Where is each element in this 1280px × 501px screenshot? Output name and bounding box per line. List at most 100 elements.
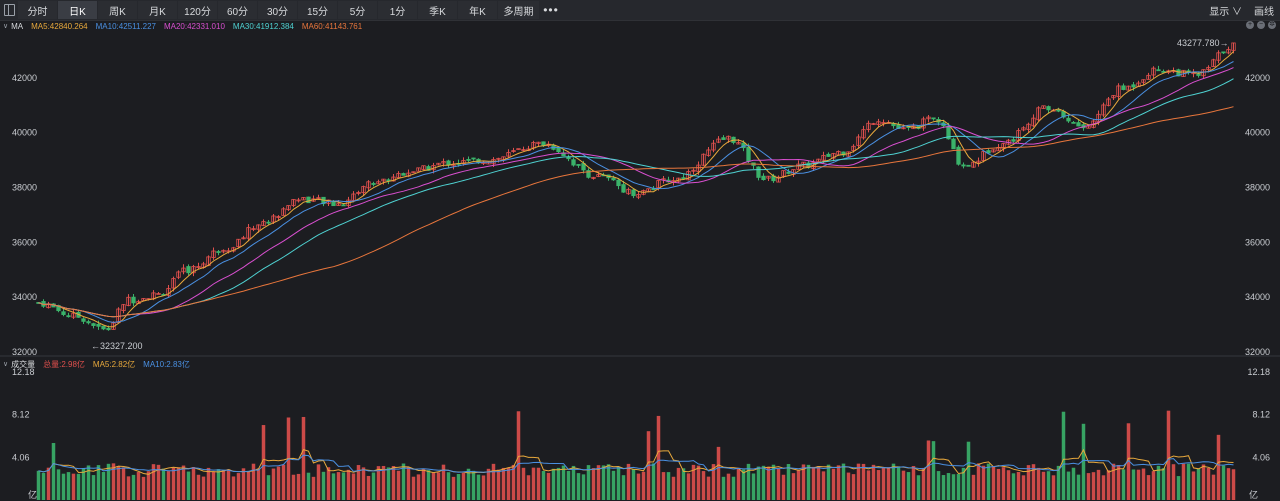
candle-body	[1121, 85, 1126, 90]
candle-body	[761, 175, 766, 181]
price-tick-right: 38000	[1245, 183, 1270, 193]
volume-bar	[1131, 469, 1136, 500]
volume-bar	[1226, 468, 1231, 500]
price-tick-right: 36000	[1245, 237, 1270, 247]
volume-bar	[271, 468, 276, 500]
volume-bar	[556, 467, 561, 500]
volume-bar	[901, 470, 906, 500]
volume-bar	[1066, 471, 1071, 500]
candle-body	[1071, 121, 1076, 124]
volume-bar	[731, 476, 736, 500]
candle-body	[576, 164, 581, 166]
price-tick-right: 32000	[1245, 347, 1270, 357]
volume-bar	[526, 475, 531, 500]
volume-bar	[636, 473, 641, 500]
volume-bar	[476, 474, 481, 500]
volume-bar	[406, 467, 411, 500]
volume-bar	[51, 443, 56, 500]
volume-bar	[1201, 464, 1206, 500]
volume-total: 总量:2.98亿	[43, 359, 85, 369]
volume-bar	[466, 468, 471, 500]
volume-bar	[191, 467, 196, 500]
candle-body	[341, 204, 346, 207]
volume-bar	[941, 475, 946, 500]
volume-bar	[876, 470, 881, 500]
kline-chart[interactable]: 42000 40000 38000 36000 34000 32000 42000 4000…	[0, 0, 1280, 501]
volume-bar	[491, 463, 496, 500]
price-tick-right: 42000	[1245, 73, 1270, 83]
volume-bar	[951, 474, 956, 500]
low-price-annotation: ←32327.200	[91, 341, 143, 351]
candle-body	[571, 159, 576, 166]
volume-bar	[1111, 463, 1116, 500]
volume-bar	[626, 463, 631, 500]
volume-bar	[956, 474, 961, 500]
volume-bar	[391, 466, 396, 500]
volume-bar	[676, 467, 681, 500]
volume-bar	[131, 474, 136, 500]
volume-bar	[1046, 471, 1051, 500]
volume-bar	[546, 472, 551, 500]
volume-bar	[851, 474, 856, 500]
volume-bar	[381, 465, 386, 500]
volume-bar	[171, 467, 176, 500]
volume-bar	[1121, 469, 1126, 500]
volume-bar	[91, 475, 96, 500]
volume-axis-right: 12.18 8.12 4.06 亿	[1247, 367, 1270, 500]
candle-body	[186, 266, 191, 274]
candles-layer	[36, 42, 1236, 331]
volume-bar	[301, 416, 306, 500]
volume-bar	[671, 476, 676, 500]
volume-bar	[1101, 475, 1106, 500]
volume-bar	[681, 468, 686, 500]
volume-bar	[1041, 471, 1046, 500]
volume-bar	[1186, 463, 1191, 500]
volume-bar	[206, 467, 211, 500]
volume-bar	[61, 473, 66, 500]
volume-bar	[306, 472, 311, 500]
volume-bar	[461, 472, 466, 500]
volume-bar	[361, 467, 366, 500]
volume-bar	[66, 472, 71, 500]
volume-bar	[176, 467, 181, 500]
volume-bar	[1156, 465, 1161, 500]
volume-tick-right: 8.12	[1252, 410, 1270, 420]
volume-bar	[1106, 470, 1111, 500]
volume-bar	[426, 470, 431, 500]
volume-bar	[481, 475, 486, 500]
volume-bar	[561, 465, 566, 500]
candle-body	[96, 324, 101, 327]
volume-bar	[121, 467, 126, 500]
candle-body	[721, 137, 726, 140]
volume-bar	[566, 471, 571, 500]
candle-body	[101, 325, 106, 330]
volume-bar	[971, 474, 976, 500]
volume-bar	[316, 464, 321, 500]
volume-bar	[1221, 465, 1226, 500]
volume-bar	[1001, 467, 1006, 500]
volume-bar	[196, 474, 201, 500]
volume-bar	[1026, 465, 1031, 500]
chevron-down-icon[interactable]: ∨	[3, 360, 8, 368]
volume-bar	[1086, 473, 1091, 500]
volume-bar	[931, 441, 936, 500]
candle-body	[86, 321, 91, 324]
candle-body	[961, 164, 966, 167]
ma5-line	[38, 51, 1234, 328]
volume-bar	[716, 446, 721, 500]
volume-bar	[341, 472, 346, 500]
candle-body	[1196, 73, 1201, 76]
volume-bar	[786, 464, 791, 500]
price-axis-left: 42000 40000 38000 36000 34000 32000	[12, 73, 37, 357]
volume-bar	[981, 465, 986, 500]
volume-bar	[991, 466, 996, 500]
volume-indicator-name[interactable]: 成交量	[11, 359, 35, 370]
volume-bar	[846, 472, 851, 500]
volume-bar	[1096, 469, 1101, 500]
volume-bar	[496, 469, 501, 500]
candle-body	[91, 323, 96, 326]
volume-bar	[1231, 469, 1236, 500]
volume-bar	[1006, 470, 1011, 500]
volume-bar	[451, 476, 456, 500]
volume-bar	[916, 475, 921, 500]
